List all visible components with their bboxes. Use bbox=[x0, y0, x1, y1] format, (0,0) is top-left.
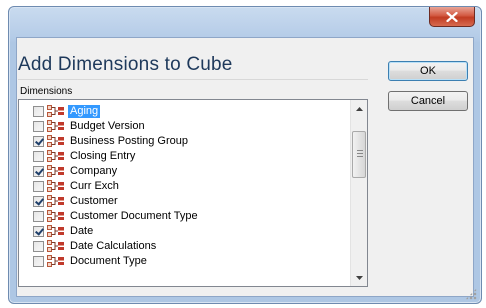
dimension-icon bbox=[47, 195, 64, 207]
dimension-icon bbox=[47, 165, 64, 177]
dimension-label: Budget Version bbox=[70, 120, 145, 132]
dimension-icon bbox=[47, 105, 64, 117]
dimension-checkbox[interactable] bbox=[33, 256, 44, 267]
dimension-icon bbox=[47, 225, 64, 237]
dimension-checkbox[interactable] bbox=[33, 121, 44, 132]
dimension-label: Customer Document Type bbox=[70, 210, 198, 222]
dimension-label: Aging bbox=[68, 105, 101, 118]
dimension-row[interactable]: Company bbox=[19, 164, 351, 179]
scroll-down-button[interactable] bbox=[351, 269, 367, 286]
dimension-icon bbox=[47, 135, 64, 147]
thumb-grip bbox=[357, 150, 363, 158]
dimension-row[interactable]: Aging bbox=[19, 104, 351, 119]
dimension-icon bbox=[47, 150, 64, 162]
dimension-checkbox[interactable] bbox=[33, 136, 44, 147]
cancel-button[interactable]: Cancel bbox=[388, 91, 468, 111]
dimension-label: Closing Entry bbox=[70, 150, 136, 162]
dimensions-listbox[interactable]: Aging Budget Version Business Posting Grou… bbox=[18, 99, 368, 287]
dimension-icon bbox=[47, 210, 64, 222]
dimension-checkbox[interactable] bbox=[33, 181, 44, 192]
scroll-up-button[interactable] bbox=[351, 100, 367, 117]
dimension-row[interactable]: Curr Exch bbox=[19, 179, 351, 194]
dimension-label: Company bbox=[70, 165, 118, 177]
arrow-down-icon bbox=[355, 275, 363, 280]
dimension-checkbox[interactable] bbox=[33, 106, 44, 117]
dimension-row[interactable]: Business Posting Group bbox=[19, 134, 351, 149]
dimensions-label: Dimensions bbox=[20, 86, 73, 97]
dimension-icon bbox=[47, 240, 64, 252]
dimension-label: Document Type bbox=[70, 255, 147, 267]
dimension-icon bbox=[47, 120, 64, 132]
dimension-checkbox[interactable] bbox=[33, 196, 44, 207]
dimension-row[interactable]: Date Calculations bbox=[19, 239, 351, 254]
dimension-row[interactable]: Customer bbox=[19, 194, 351, 209]
dimension-row[interactable]: Customer Document Type bbox=[19, 209, 351, 224]
scroll-thumb[interactable] bbox=[352, 131, 366, 178]
dimension-icon bbox=[47, 180, 64, 192]
dimension-checkbox[interactable] bbox=[33, 211, 44, 222]
dimension-label: Date Calculations bbox=[70, 240, 157, 252]
dimension-icon bbox=[47, 255, 64, 267]
dimension-label: Customer bbox=[70, 195, 118, 207]
dimension-checkbox[interactable] bbox=[33, 166, 44, 177]
dimension-label: Date bbox=[70, 225, 94, 237]
dimension-row[interactable]: Document Type bbox=[19, 254, 351, 269]
dimension-row[interactable]: Budget Version bbox=[19, 119, 351, 134]
dimension-label: Curr Exch bbox=[70, 180, 119, 192]
dialog-title: Add Dimensions to Cube bbox=[18, 54, 233, 75]
dimensions-list: Aging Budget Version Business Posting Grou… bbox=[19, 104, 351, 269]
arrow-up-icon bbox=[355, 106, 363, 111]
vertical-scrollbar[interactable] bbox=[350, 100, 367, 286]
dimension-checkbox[interactable] bbox=[33, 226, 44, 237]
dimension-checkbox[interactable] bbox=[33, 151, 44, 162]
dimension-label: Business Posting Group bbox=[70, 135, 189, 147]
dimension-row[interactable]: Date bbox=[19, 224, 351, 239]
dimension-checkbox[interactable] bbox=[33, 241, 44, 252]
close-icon bbox=[446, 11, 458, 22]
close-button[interactable] bbox=[429, 7, 475, 27]
title-divider bbox=[18, 79, 368, 80]
ok-button[interactable]: OK bbox=[388, 61, 468, 81]
dimension-row[interactable]: Closing Entry bbox=[19, 149, 351, 164]
